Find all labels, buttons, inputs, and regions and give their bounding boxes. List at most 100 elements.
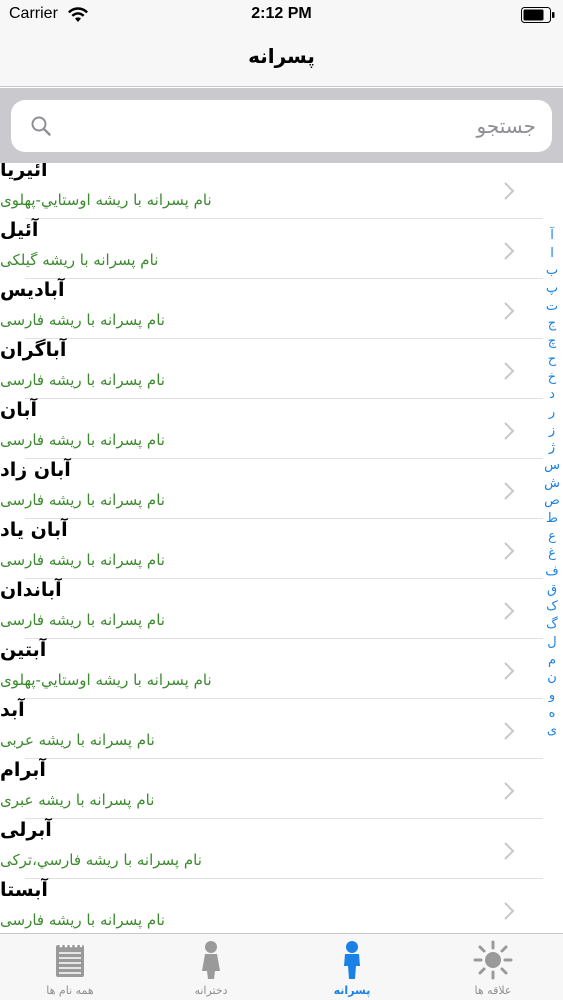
- chevron-right-icon: [504, 362, 515, 380]
- boy-icon: [344, 941, 360, 979]
- name-row[interactable]: آئیل نام پسرانه با ریشه گیلکی: [0, 219, 543, 279]
- tab-favorites[interactable]: علاقه ها: [423, 934, 563, 1000]
- index-letter[interactable]: ت: [543, 298, 561, 316]
- name-row[interactable]: آبستا نام پسرانه با ریشه فارسی: [0, 879, 543, 933]
- chevron-right-icon: [504, 182, 515, 200]
- chevron-right-icon: [504, 422, 515, 440]
- tab-favorites-label: علاقه ها: [474, 984, 512, 997]
- name-origin: نام پسرانه با ریشه فارسی: [0, 371, 165, 389]
- index-letter[interactable]: م: [543, 652, 561, 670]
- chevron-right-icon: [504, 842, 515, 860]
- page-title: پسرانه: [248, 44, 315, 68]
- tab-all-names[interactable]: همه نام ها: [0, 934, 140, 1000]
- search-input[interactable]: [56, 110, 536, 142]
- name-origin: نام پسرانه با ریشه عربی: [0, 731, 155, 749]
- girl-icon: [202, 941, 220, 979]
- tab-girls[interactable]: دخترانه: [141, 934, 281, 1000]
- name-title: آبد: [0, 699, 25, 721]
- index-letter[interactable]: ر: [543, 404, 561, 422]
- name-title: آئیل: [0, 219, 39, 241]
- name-row[interactable]: آبتین نام پسرانه با ریشه اوستايي-پهلوی: [0, 639, 543, 699]
- name-origin: نام پسرانه با ریشه فارسی: [0, 491, 165, 509]
- name-row[interactable]: آبرلی نام پسرانه با ریشه فارسي،ترکی: [0, 819, 543, 879]
- name-title: آبستا: [0, 879, 48, 901]
- name-title: آئیریا: [0, 163, 48, 181]
- index-letter[interactable]: ژ: [543, 439, 561, 457]
- tab-all-names-label: همه نام ها: [46, 984, 94, 997]
- tab-boys[interactable]: پسرانه: [282, 934, 422, 1000]
- index-letter[interactable]: س: [543, 457, 561, 475]
- name-row[interactable]: آئیریا نام پسرانه با ریشه اوستايي-پهلوی: [0, 163, 543, 219]
- index-letter[interactable]: ش: [543, 475, 561, 493]
- name-title: آبرلی: [0, 819, 52, 841]
- name-title: آبان: [0, 399, 37, 421]
- index-letter[interactable]: ح: [543, 351, 561, 369]
- index-letter[interactable]: و: [543, 687, 561, 705]
- battery-icon: [521, 7, 555, 23]
- name-origin: نام پسرانه با ریشه اوستايي-پهلوی: [0, 191, 212, 209]
- search-bar: [0, 88, 563, 163]
- index-letter[interactable]: د: [543, 386, 561, 404]
- tab-boys-label: پسرانه: [333, 984, 371, 997]
- index-letter[interactable]: خ: [543, 369, 561, 387]
- name-row[interactable]: آبان زاد نام پسرانه با ریشه فارسی: [0, 459, 543, 519]
- index-letter[interactable]: ل: [543, 634, 561, 652]
- name-title: آبرام: [0, 759, 46, 781]
- name-title: آبادیس: [0, 279, 65, 301]
- name-row[interactable]: آبان نام پسرانه با ریشه فارسی: [0, 399, 543, 459]
- name-row[interactable]: آبان یاد نام پسرانه با ریشه فارسی: [0, 519, 543, 579]
- chevron-right-icon: [504, 782, 515, 800]
- index-letter[interactable]: پ: [543, 280, 561, 298]
- name-title: آباندان: [0, 579, 62, 601]
- chevron-right-icon: [504, 722, 515, 740]
- navigation-bar: پسرانه: [0, 30, 563, 87]
- name-title: آبتین: [0, 639, 47, 661]
- name-row[interactable]: آبد نام پسرانه با ریشه عربی: [0, 699, 543, 759]
- chevron-right-icon: [504, 602, 515, 620]
- index-letter[interactable]: ط: [543, 510, 561, 528]
- name-origin: نام پسرانه با ریشه فارسی: [0, 911, 165, 929]
- index-letter[interactable]: گ: [543, 616, 561, 634]
- index-letter[interactable]: غ: [543, 545, 561, 563]
- chevron-right-icon: [504, 302, 515, 320]
- status-bar: Carrier 2:12 PM: [0, 0, 563, 30]
- name-origin: نام پسرانه با ریشه عبری: [0, 791, 155, 809]
- name-title: آباگران: [0, 339, 67, 361]
- sun-icon: [473, 940, 513, 980]
- name-title: آبان یاد: [0, 519, 68, 541]
- name-origin: نام پسرانه با ریشه فارسی: [0, 311, 165, 329]
- index-letter[interactable]: ز: [543, 422, 561, 440]
- index-letter[interactable]: ب: [543, 262, 561, 280]
- index-letter[interactable]: ق: [543, 581, 561, 599]
- search-icon: [31, 116, 51, 136]
- index-letter[interactable]: چ: [543, 333, 561, 351]
- name-origin: نام پسرانه با ریشه گیلکی: [0, 251, 159, 269]
- alphabet-index[interactable]: آابپتجچحخدرزژسشصطعغفقکگلمنوهی: [543, 227, 561, 740]
- index-letter[interactable]: ا: [543, 245, 561, 263]
- index-letter[interactable]: ه: [543, 705, 561, 723]
- name-row[interactable]: آباگران نام پسرانه با ریشه فارسی: [0, 339, 543, 399]
- index-letter[interactable]: ص: [543, 492, 561, 510]
- search-field-container[interactable]: [11, 100, 552, 152]
- index-letter[interactable]: ع: [543, 528, 561, 546]
- chevron-right-icon: [504, 662, 515, 680]
- name-origin: نام پسرانه با ریشه فارسی: [0, 431, 165, 449]
- name-row[interactable]: آبادیس نام پسرانه با ریشه فارسی: [0, 279, 543, 339]
- index-letter[interactable]: ن: [543, 669, 561, 687]
- index-letter[interactable]: آ: [543, 227, 561, 245]
- name-origin: نام پسرانه با ریشه فارسی: [0, 611, 165, 629]
- chevron-right-icon: [504, 242, 515, 260]
- index-letter[interactable]: ک: [543, 598, 561, 616]
- name-row[interactable]: آباندان نام پسرانه با ریشه فارسی: [0, 579, 543, 639]
- clock: 2:12 PM: [251, 5, 312, 22]
- notepad-icon: [56, 944, 84, 977]
- index-letter[interactable]: ج: [543, 315, 561, 333]
- index-letter[interactable]: ی: [543, 722, 561, 740]
- name-row[interactable]: آبرام نام پسرانه با ریشه عبری: [0, 759, 543, 819]
- chevron-right-icon: [504, 482, 515, 500]
- index-letter[interactable]: ف: [543, 563, 561, 581]
- name-origin: نام پسرانه با ریشه فارسي،ترکی: [0, 851, 202, 869]
- name-origin: نام پسرانه با ریشه فارسی: [0, 551, 165, 569]
- name-list: آئیریا نام پسرانه با ریشه اوستايي-پهلوی آئ…: [0, 163, 563, 933]
- name-title: آبان زاد: [0, 459, 71, 481]
